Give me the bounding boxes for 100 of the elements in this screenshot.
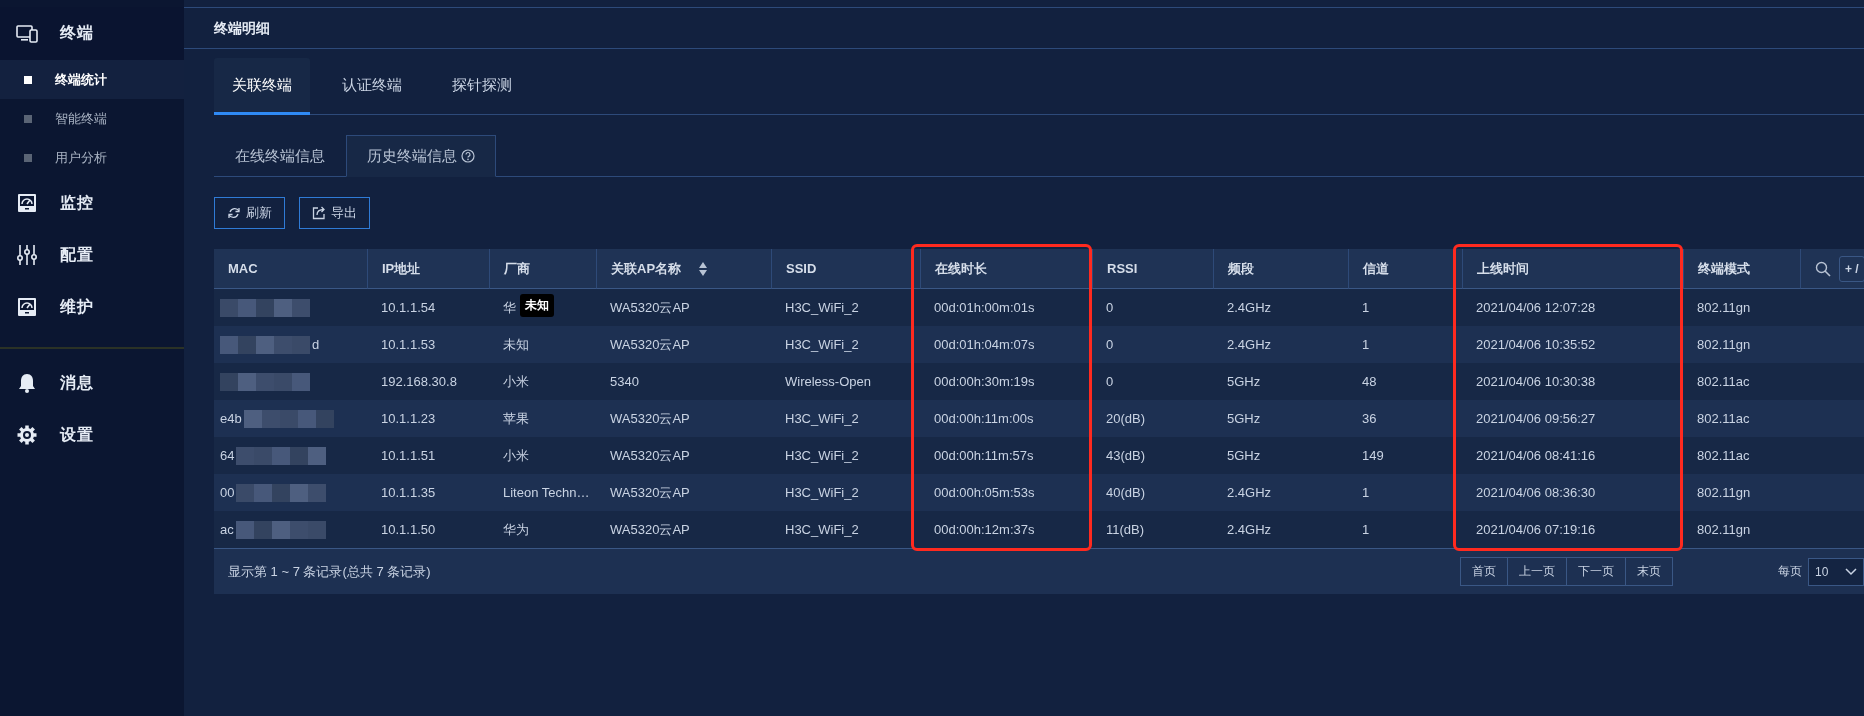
export-button[interactable]: 导出 — [299, 197, 370, 229]
column-header: 信道 — [1348, 249, 1462, 289]
table-cell: 小米 — [489, 437, 596, 474]
record-summary: 显示第 1 ~ 7 条记录(总共 7 条记录) — [228, 562, 432, 581]
nav-item[interactable]: 维护 — [60, 296, 94, 318]
subtab[interactable]: 历史终端信息 — [346, 135, 496, 177]
table-cell: 00d:00h:11m:57s — [920, 437, 1092, 474]
page-title: 终端明细 — [184, 7, 1864, 49]
table-cell: Wireless-Open — [771, 363, 920, 400]
table-cell: 10.1.1.51 — [367, 437, 489, 474]
bell-icon — [16, 372, 38, 394]
settings-icon — [16, 424, 38, 446]
table-cell: H3C_WiFi_2 — [771, 474, 920, 511]
table-cell: 华为 — [489, 511, 596, 548]
nav-subitem[interactable]: 智能终端 — [0, 99, 184, 138]
table-cell: 802.11gn — [1683, 289, 1864, 326]
subtab[interactable]: 在线终端信息 — [214, 135, 346, 177]
table-cell: d — [312, 337, 320, 352]
column-header: SSID — [771, 249, 920, 289]
table-cell: 2021/04/06 12:07:28 — [1462, 289, 1683, 326]
table-cell: 802.11ac — [1683, 363, 1864, 400]
table-cell: 802.11gn — [1683, 474, 1864, 511]
column-header: IP地址 — [367, 249, 489, 289]
column-header[interactable]: 关联AP名称 — [596, 249, 771, 289]
column-header: MAC — [214, 249, 367, 289]
nav-item[interactable]: 消息 — [60, 372, 94, 394]
pager-button[interactable]: 上一页 — [1507, 557, 1567, 586]
monitor-phone-icon — [16, 22, 38, 45]
table-cell: 2021/04/06 10:30:38 — [1462, 363, 1683, 400]
table-cell: H3C_WiFi_2 — [771, 289, 920, 326]
tab[interactable]: 关联终端 — [214, 58, 310, 115]
table-cell: 1 — [1348, 289, 1462, 326]
gauge-screen-icon — [16, 296, 38, 318]
table-cell: 11(dB) — [1092, 511, 1213, 548]
table-cell: 802.11gn — [1683, 326, 1864, 363]
nav-item[interactable]: 配置 — [60, 244, 94, 266]
refresh-icon — [227, 206, 241, 220]
table-cell: 36 — [1348, 400, 1462, 437]
nav-item[interactable]: 设置 — [60, 424, 94, 446]
table-cell: 小米 — [489, 363, 596, 400]
page-size-select[interactable]: 10 — [1808, 557, 1864, 586]
nav-item[interactable]: 监控 — [60, 192, 94, 214]
table-cell: 5GHz — [1213, 363, 1348, 400]
table-cell: 10.1.1.54 — [367, 289, 489, 326]
table-cell: 1 — [1348, 474, 1462, 511]
table-cell: 2.4GHz — [1213, 326, 1348, 363]
help-icon — [461, 149, 475, 163]
table-cell: 00d:00h:12m:37s — [920, 511, 1092, 548]
pager-button[interactable]: 末页 — [1625, 557, 1673, 586]
table-cell: 192.168.30.8 — [367, 363, 489, 400]
table-cell: 10.1.1.35 — [367, 474, 489, 511]
pager-button[interactable]: 首页 — [1460, 557, 1508, 586]
table-cell: 2.4GHz — [1213, 289, 1348, 326]
table-cell: 5GHz — [1213, 400, 1348, 437]
table-cell: Liteon Techn… — [489, 474, 596, 511]
table-cell: 0 — [1092, 363, 1213, 400]
table-cell: H3C_WiFi_2 — [771, 511, 920, 548]
table-cell: 00d:00h:11m:00s — [920, 400, 1092, 437]
table-cell: 802.11ac — [1683, 400, 1864, 437]
bullet-icon — [24, 75, 32, 84]
table-cell: 43(dB) — [1092, 437, 1213, 474]
table-cell: 2021/04/06 09:56:27 — [1462, 400, 1683, 437]
table-cell: H3C_WiFi_2 — [771, 326, 920, 363]
table-cell: 10.1.1.50 — [367, 511, 489, 548]
bullet-icon — [24, 153, 32, 162]
table-cell: 华 — [503, 298, 516, 317]
column-header: RSSI — [1092, 249, 1213, 289]
table-cell: 64 — [220, 448, 235, 463]
nav-subitem[interactable]: 用户分析 — [0, 138, 184, 177]
tab[interactable]: 认证终端 — [324, 58, 420, 115]
table-cell: 2021/04/06 08:41:16 — [1462, 437, 1683, 474]
table-cell: 2.4GHz — [1213, 474, 1348, 511]
table-cell: WA5320云AP — [596, 289, 771, 326]
table-cell: 00d:00h:05m:53s — [920, 474, 1092, 511]
search-icon — [1815, 260, 1831, 277]
page-size-label: 每页 — [1778, 563, 1802, 580]
column-add-button[interactable]: + / — [1839, 255, 1864, 282]
table-cell: 00d:01h:00m:01s — [920, 289, 1092, 326]
chevron-down-icon — [1845, 567, 1857, 576]
table-cell: 00 — [220, 485, 235, 500]
tooltip: 未知 — [520, 294, 554, 317]
table-cell: 0 — [1092, 326, 1213, 363]
column-header: 终端模式 — [1683, 249, 1800, 289]
refresh-button[interactable]: 刷新 — [214, 197, 285, 229]
table-cell: e4b — [220, 411, 242, 426]
table-cell: WA5320云AP — [596, 474, 771, 511]
table-cell: 40(dB) — [1092, 474, 1213, 511]
nav-subitem[interactable]: 终端统计 — [0, 60, 184, 99]
tab[interactable]: 探针探测 — [434, 58, 530, 115]
table-cell: 0 — [1092, 289, 1213, 326]
pager-button[interactable]: 下一页 — [1566, 557, 1626, 586]
table-cell: 苹果 — [489, 400, 596, 437]
table-cell: 149 — [1348, 437, 1462, 474]
sliders-icon — [16, 244, 38, 266]
table-cell: 00d:01h:04m:07s — [920, 326, 1092, 363]
table-cell: WA5320云AP — [596, 437, 771, 474]
nav-item[interactable]: 终端 — [60, 23, 94, 44]
table-cell: H3C_WiFi_2 — [771, 400, 920, 437]
table-cell: 2021/04/06 08:36:30 — [1462, 474, 1683, 511]
table-cell: 48 — [1348, 363, 1462, 400]
